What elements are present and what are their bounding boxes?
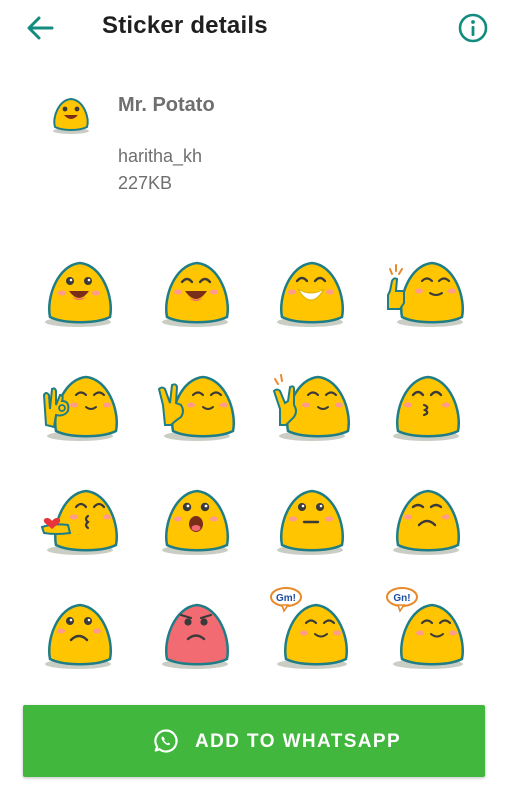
sticker-angry-red[interactable]: [157, 593, 243, 679]
whatsapp-icon: [154, 729, 178, 753]
page-title: Sticker details: [102, 12, 268, 39]
add-to-whatsapp-button[interactable]: ADD TO WHATSAPP: [23, 705, 485, 777]
back-button[interactable]: [22, 10, 58, 46]
info-button[interactable]: [457, 12, 489, 44]
sticker-shocked[interactable]: [157, 479, 243, 565]
sticker-grin-closed[interactable]: [157, 251, 243, 337]
sticker-big-smile[interactable]: [272, 251, 358, 337]
sticker-thumbs-up[interactable]: [386, 251, 472, 337]
sticker-ok-hand[interactable]: [40, 365, 126, 451]
sticker-good-night[interactable]: Gn!: [386, 587, 472, 679]
sticker-good-morning[interactable]: Gm!: [270, 587, 356, 679]
add-button-label: ADD TO WHATSAPP: [195, 731, 402, 752]
sticker-rock-sign[interactable]: [272, 365, 358, 451]
arrow-back-icon: [27, 16, 54, 40]
bubble-text: Gm!: [276, 593, 296, 604]
bubble-text: Gn!: [393, 593, 410, 604]
pack-author: haritha_kh: [118, 146, 203, 166]
sticker-kiss[interactable]: [388, 365, 474, 451]
pack-tray-icon: [49, 95, 93, 135]
pack-size: 227KB: [118, 173, 173, 193]
sticker-peace-sign[interactable]: [157, 365, 243, 451]
sticker-sad-open[interactable]: [40, 593, 126, 679]
info-icon: [458, 13, 488, 43]
sticker-neutral[interactable]: [272, 479, 358, 565]
sticker-heart-kiss[interactable]: [40, 479, 126, 565]
pack-name: Mr. Potato: [118, 94, 215, 116]
app-bar: Sticker details: [0, 0, 507, 56]
sticker-sad-closed[interactable]: [388, 479, 474, 565]
sticker-happy-open[interactable]: [40, 251, 126, 337]
